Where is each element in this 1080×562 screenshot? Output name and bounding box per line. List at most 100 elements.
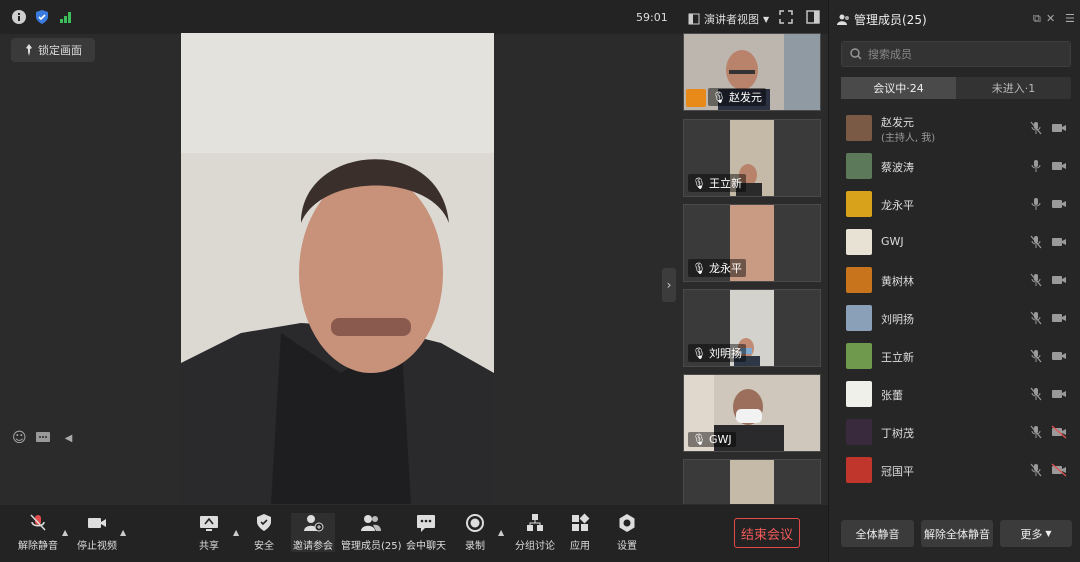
thumbnail-video[interactable]: 🎙 刘明扬	[683, 289, 821, 367]
menu-icon[interactable]: ☰	[1065, 12, 1075, 25]
mic-muted-icon[interactable]	[1029, 273, 1043, 287]
lock-view-button[interactable]: 锁定画面	[11, 38, 95, 62]
thumbnail-video[interactable]: 🎙 龙永平	[683, 204, 821, 282]
close-icon[interactable]: ✕	[1046, 12, 1055, 25]
search-input[interactable]	[868, 47, 1058, 61]
caret-up-icon[interactable]: ▲	[233, 528, 239, 537]
mic-icon[interactable]	[1029, 197, 1043, 211]
mic-muted-icon[interactable]	[1029, 121, 1043, 135]
tab-not-joined[interactable]: 未进入·1	[956, 77, 1071, 99]
chat-bubble-icon[interactable]	[35, 431, 51, 445]
apps-button[interactable]: 应用	[569, 513, 591, 552]
member-row[interactable]: 冠国平	[829, 451, 1080, 489]
mic-muted-icon[interactable]	[1029, 425, 1043, 439]
more-button[interactable]: 更多 ▼	[1000, 520, 1072, 547]
invite-label: 邀请参会	[293, 541, 333, 552]
info-icon[interactable]	[11, 9, 27, 25]
fullscreen-icon[interactable]	[778, 9, 794, 25]
end-meeting-button[interactable]: 结束会议	[734, 518, 800, 548]
thumbnail-video[interactable]: 🎙 GWJ	[683, 374, 821, 452]
thumbnail-video[interactable]: 🎙 赵发元	[683, 33, 821, 111]
breakout-button[interactable]: 分组讨论	[515, 513, 555, 552]
member-row[interactable]: 刘明扬	[829, 299, 1080, 337]
thumbnail-video[interactable]	[683, 459, 821, 504]
active-speaker-video[interactable]	[181, 33, 494, 504]
chevron-down-icon: ▼	[763, 14, 770, 24]
member-row[interactable]: 赵发元 (主持人, 我)	[829, 109, 1080, 147]
member-row[interactable]: GWJ	[829, 223, 1080, 261]
chat-button[interactable]: 会中聊天	[406, 513, 446, 552]
record-button[interactable]: 录制	[464, 513, 486, 552]
mic-muted-icon[interactable]	[1029, 463, 1043, 477]
view-mode-dropdown[interactable]: 演讲者视图 ▼	[688, 11, 769, 27]
thumbnail-video[interactable]: 🎙 王立新	[683, 119, 821, 197]
shield-icon[interactable]	[34, 9, 50, 25]
camera-icon[interactable]	[1051, 235, 1067, 249]
mic-muted-icon[interactable]	[1029, 387, 1043, 401]
avatar	[846, 305, 872, 331]
member-row[interactable]: 蔡波涛	[829, 147, 1080, 185]
member-row[interactable]: 张蕾	[829, 375, 1080, 413]
share-button[interactable]: 共享	[198, 513, 220, 552]
camera-icon[interactable]	[1051, 273, 1067, 287]
emoji-icon[interactable]: ☺	[12, 430, 27, 446]
breakout-rooms-icon	[527, 514, 543, 531]
camera-icon[interactable]	[1051, 349, 1067, 363]
member-row[interactable]: 龙永平	[829, 185, 1080, 223]
camera-icon[interactable]	[1051, 387, 1067, 401]
camera-off-icon[interactable]	[1051, 463, 1067, 477]
caret-up-icon[interactable]: ▲	[498, 528, 504, 537]
popout-icon[interactable]: ⧉	[1033, 12, 1041, 26]
mic-muted-icon[interactable]	[1029, 349, 1043, 363]
pin-icon	[26, 44, 32, 56]
apps-icon	[572, 513, 590, 531]
member-name: 黄树林	[881, 275, 914, 288]
gear-icon	[619, 514, 635, 532]
avatar	[846, 191, 872, 217]
mic-muted-icon[interactable]	[1029, 235, 1043, 249]
stop-video-button[interactable]: 停止视频	[77, 513, 117, 552]
unmute-all-button[interactable]: 解除全体静音	[921, 520, 993, 547]
camera-icon	[88, 518, 106, 528]
unmute-button[interactable]: 解除静音	[18, 513, 58, 552]
mic-icon[interactable]	[1029, 159, 1043, 173]
manage-members-label: 管理成员(25)	[341, 541, 402, 552]
member-role: (主持人, 我)	[881, 133, 936, 144]
camera-icon[interactable]	[1051, 197, 1067, 211]
camera-icon[interactable]	[1051, 311, 1067, 325]
member-row[interactable]: 黄树林	[829, 261, 1080, 299]
thumbnail-name: 🎙 GWJ	[688, 432, 736, 447]
thumbnail-name-label: 刘明扬	[708, 347, 742, 360]
settings-button[interactable]: 设置	[616, 513, 638, 552]
settings-label: 设置	[617, 541, 637, 552]
invite-button[interactable]: 邀请参会	[291, 513, 335, 552]
mute-all-button[interactable]: 全体静音	[841, 520, 914, 547]
sidebar-toggle-icon[interactable]	[805, 9, 821, 25]
thumbnail-frame	[684, 460, 820, 504]
chat-icon	[417, 515, 435, 532]
camera-icon[interactable]	[1051, 121, 1067, 135]
collapse-left-icon[interactable]: ◀	[65, 433, 73, 444]
member-search[interactable]	[841, 41, 1071, 67]
camera-icon[interactable]	[1051, 159, 1067, 173]
caret-up-icon[interactable]: ▲	[62, 528, 68, 537]
thumbnail-name: 🎙 赵发元	[708, 88, 766, 106]
camera-off-icon[interactable]	[1051, 425, 1067, 439]
member-row[interactable]: 王立新	[829, 337, 1080, 375]
breakout-label: 分组讨论	[515, 541, 555, 552]
member-row[interactable]: 丁树茂	[829, 413, 1080, 451]
mic-muted-icon[interactable]	[1029, 311, 1043, 325]
member-name: 赵发元	[881, 116, 914, 129]
manage-members-button[interactable]: 管理成员(25)	[341, 513, 402, 552]
thumbnail-name-label: 王立新	[708, 177, 742, 190]
security-button[interactable]: 安全	[253, 513, 275, 552]
host-badge-icon	[686, 89, 706, 107]
mic-muted-icon: 🎙	[692, 176, 706, 190]
avatar	[846, 419, 872, 445]
meeting-area: 59:01 演讲者视图 ▼ 锁定画面 ☺ ◀ › 🎙 赵发元 🎙 王立新 🎙 龙…	[0, 0, 828, 562]
tab-in-meeting[interactable]: 会议中·24	[841, 77, 956, 99]
layout-icon	[688, 13, 700, 25]
caret-up-icon[interactable]: ▲	[120, 528, 126, 537]
collapse-thumbnails-handle[interactable]: ›	[662, 268, 676, 302]
member-list: 赵发元 (主持人, 我) 蔡波涛 龙永平 GWJ 黄树林刘明扬 王立新 张蕾 丁树茂 冠国平	[829, 109, 1080, 505]
